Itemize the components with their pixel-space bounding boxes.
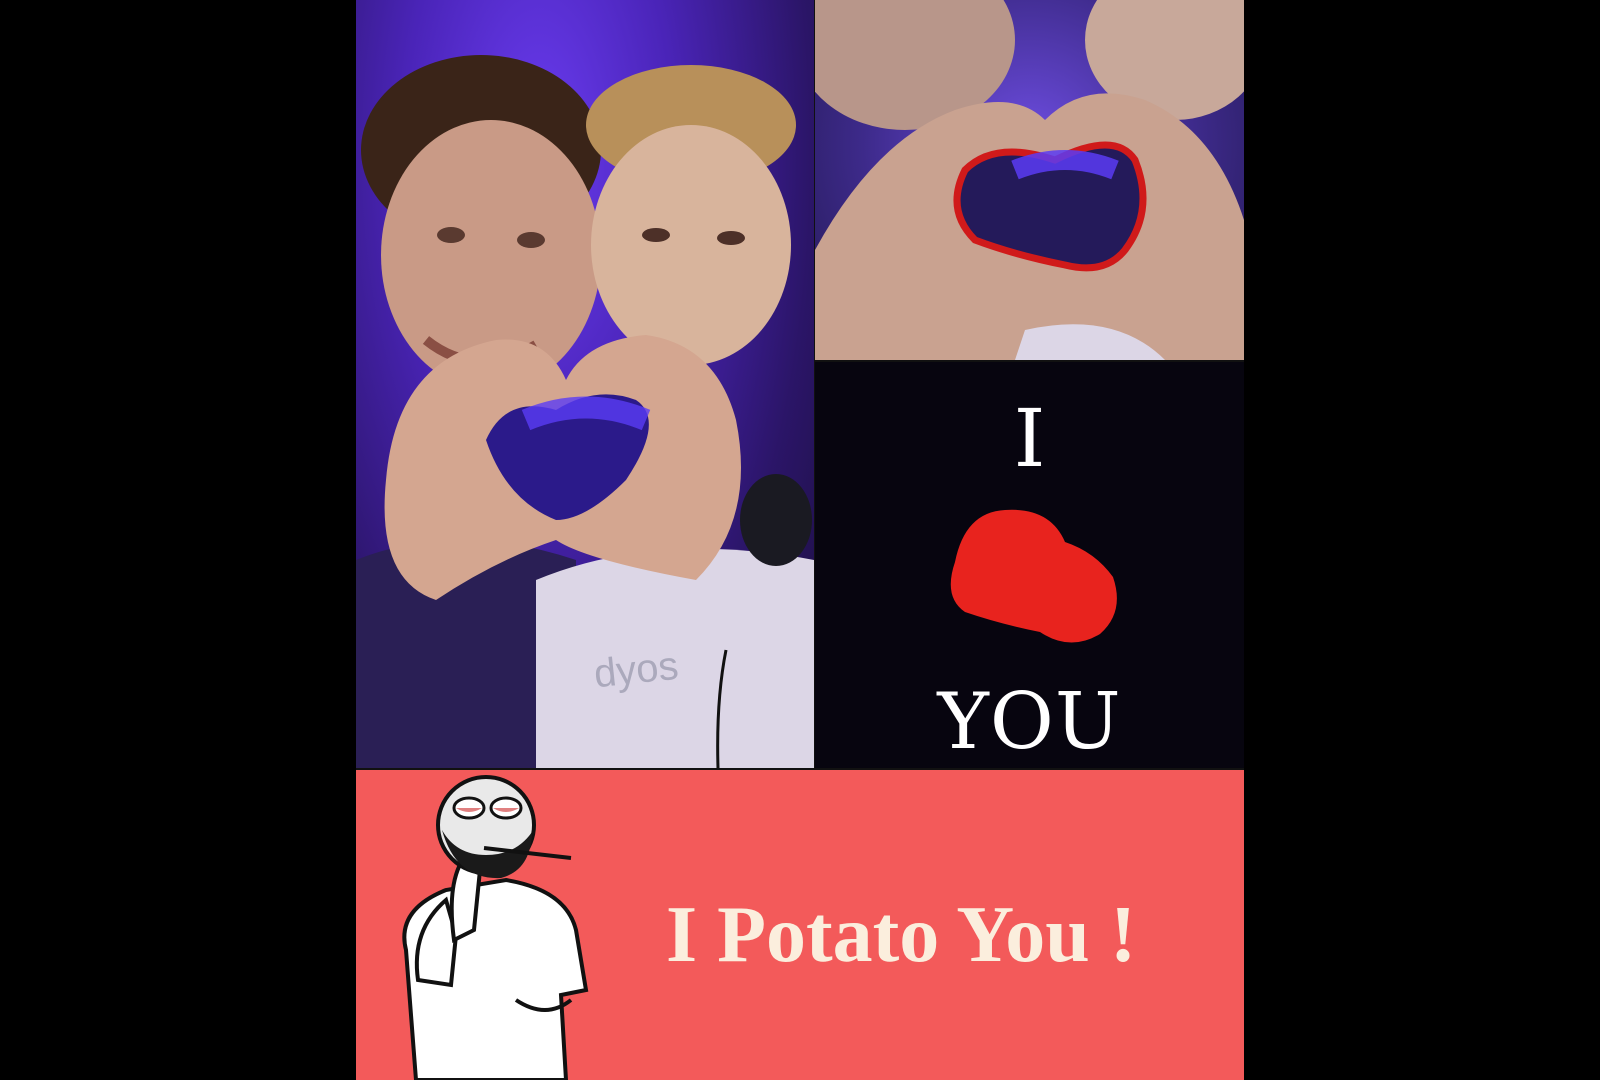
photo-two-men-heart-hands: dyos [356, 0, 814, 768]
i-potato-you-panel: I YOU [815, 362, 1244, 768]
you-word: YOU [937, 677, 1122, 767]
thinking-man-cartoon-icon [402, 775, 589, 1080]
caption-text: I Potato You ! [666, 891, 1137, 979]
meme-collage: dyos I YOU I Potato You ! [356, 0, 1244, 1080]
watermark-text: dyos [591, 643, 681, 697]
photo-closeup-heart-hands [815, 0, 1244, 360]
photo-illustration [356, 55, 814, 768]
closeup-illustration [815, 0, 1244, 360]
i-potato-you-caption-panel: I Potato You ! [356, 770, 1244, 1080]
